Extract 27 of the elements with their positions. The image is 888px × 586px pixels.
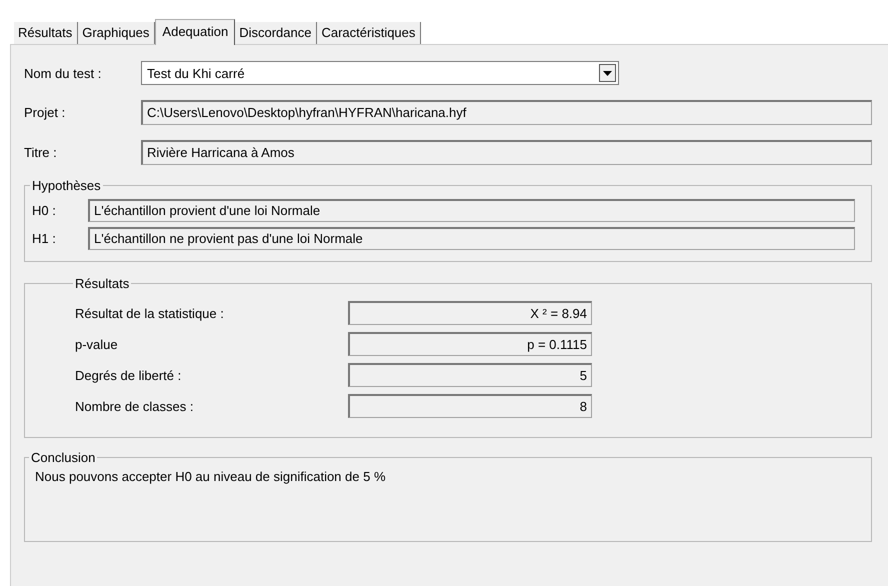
tab[interactable]: Graphiques	[78, 22, 156, 44]
tab[interactable]: Caractéristiques	[317, 22, 422, 44]
project-field[interactable]: C:\Users\Lenovo\Desktop\hyfran\HYFRAN\haricana.hyf	[141, 100, 872, 125]
result-field[interactable]: X ² = 8.94	[348, 301, 592, 325]
hypothesis-field[interactable]: L'échantillon ne provient pas d'une loi Normale	[88, 227, 855, 250]
hypothesis-field[interactable]: L'échantillon provient d'une loi Normale	[88, 199, 855, 222]
result-field[interactable]: 5	[348, 363, 592, 387]
field-label: H0 :	[32, 203, 57, 218]
test-dropdown[interactable]: Test du Khi carré	[141, 61, 619, 85]
field-label: Résultat de la statistique :	[75, 306, 225, 320]
conclusion-text: Nous pouvons accepter H0 au niveau de signification de 5 %	[35, 469, 386, 484]
field-label: H1 :	[32, 231, 57, 246]
tab[interactable]: Adequation	[155, 19, 236, 45]
field-label: Nombre de classes :	[75, 398, 194, 414]
group-title: Résultats	[74, 276, 130, 291]
group-title: Conclusion	[30, 450, 96, 465]
group-title: Hypothèses	[31, 178, 102, 193]
result-field[interactable]: p = 0.1115	[348, 332, 592, 356]
title-field[interactable]: Rivière Harricana à Amos	[141, 140, 872, 165]
tab[interactable]: Résultats	[14, 22, 78, 44]
field-label: p-value	[75, 336, 119, 352]
result-field[interactable]: 8	[348, 394, 592, 418]
tab[interactable]: Discordance	[235, 22, 318, 44]
field-label: Degrés de liberté :	[75, 368, 182, 382]
field-label: Titre :	[24, 145, 58, 160]
field-label: Nom du test :	[24, 66, 102, 80]
field-label: Projet :	[24, 105, 66, 120]
